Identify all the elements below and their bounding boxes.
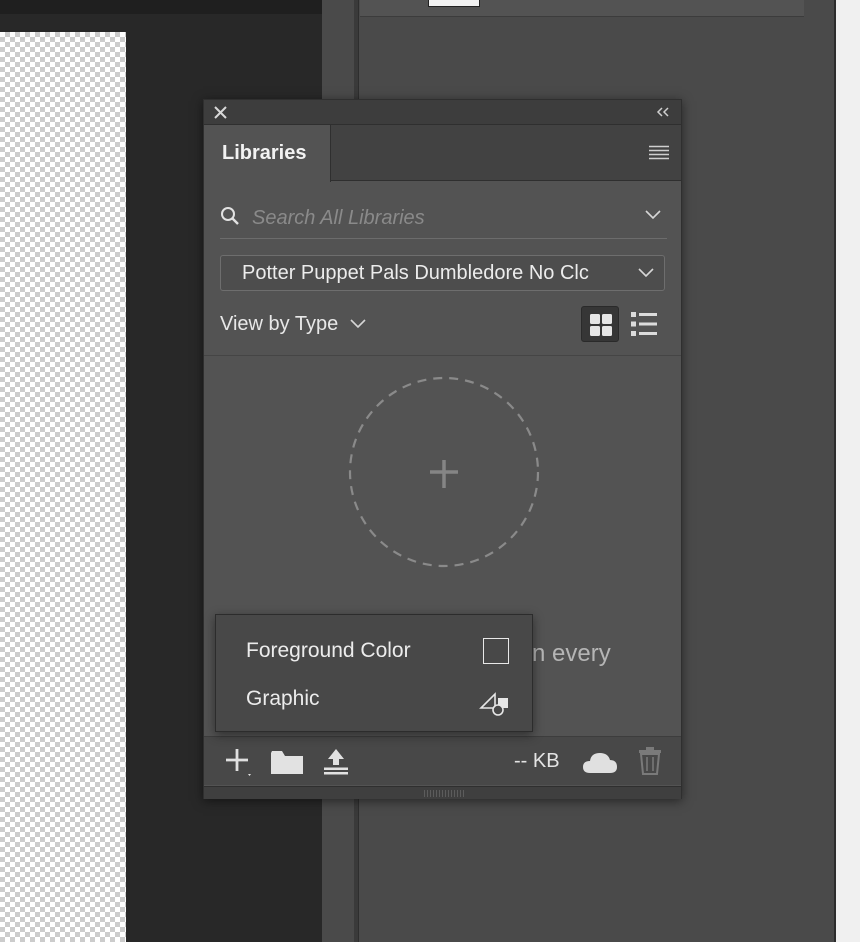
add-content-menu: Foreground Color Graphic (215, 614, 533, 732)
view-by-label: View by Type (220, 312, 339, 335)
empty-library-text: n every (532, 640, 611, 667)
add-content-icon[interactable] (224, 747, 254, 777)
close-icon[interactable] (214, 106, 227, 119)
layers-strip (360, 0, 804, 17)
search-input[interactable] (250, 202, 624, 234)
library-dropdown[interactable]: Potter Puppet Pals Dumbledore No Clc (220, 255, 665, 291)
chevron-down-icon (638, 268, 654, 278)
window-edge (834, 0, 860, 942)
chevron-down-icon[interactable] (645, 210, 661, 220)
view-by-dropdown[interactable]: View by Type (220, 309, 366, 339)
collapse-icon[interactable] (655, 106, 671, 118)
panel-titlebar[interactable] (204, 100, 681, 125)
content-divider (204, 355, 681, 356)
graphic-shapes-icon (479, 692, 508, 716)
storage-size: -- KB (514, 750, 560, 772)
layer-thumbnail[interactable] (428, 0, 480, 7)
grip-lines (424, 790, 464, 797)
color-swatch-icon (483, 638, 509, 664)
tab-libraries[interactable]: Libraries (204, 125, 331, 182)
search-bar (220, 200, 667, 239)
grid-view-icon (590, 314, 612, 336)
chevron-down-icon (350, 319, 366, 329)
selected-library: Potter Puppet Pals Dumbledore No Clc (242, 262, 589, 284)
trash-icon[interactable] (638, 747, 662, 775)
search-icon (221, 207, 239, 225)
canvas-top-bar (0, 0, 322, 14)
panel-tabbar: Libraries (204, 125, 681, 182)
plus-icon (430, 460, 458, 488)
cloud-icon[interactable] (582, 749, 618, 775)
panel-menu-icon[interactable] (649, 145, 669, 160)
menu-item-foreground-color[interactable]: Foreground Color (216, 629, 532, 677)
resize-grip[interactable] (204, 786, 681, 799)
menu-item-graphic[interactable]: Graphic (216, 677, 532, 725)
list-view-icon[interactable] (630, 311, 658, 337)
transparent-document[interactable] (0, 32, 126, 942)
add-content-dropzone[interactable] (348, 376, 540, 568)
menu-item-label: Foreground Color (246, 639, 411, 662)
panel-footer: -- KB (204, 736, 681, 785)
folder-icon[interactable] (270, 749, 304, 775)
menu-item-label: Graphic (246, 687, 320, 710)
upload-icon[interactable] (322, 747, 350, 775)
grid-view-button[interactable] (581, 306, 619, 342)
